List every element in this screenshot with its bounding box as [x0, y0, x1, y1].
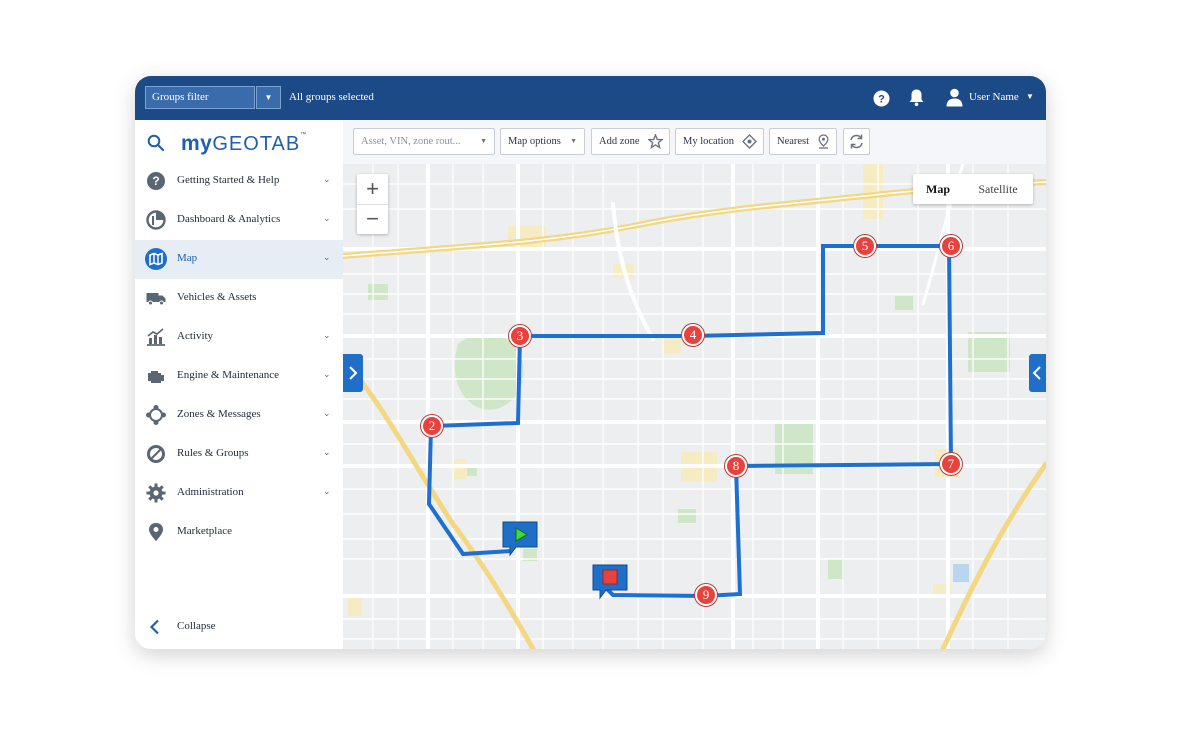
refresh-icon — [850, 134, 863, 149]
chevron-down-icon: ⌄ — [323, 408, 331, 418]
chevron-down-icon: ⌄ — [323, 252, 331, 262]
activity-chart-icon — [147, 328, 165, 346]
truck-icon — [146, 293, 166, 306]
sidebar-item-administration[interactable]: Administration ⌄ — [135, 474, 343, 513]
chevron-right-icon — [349, 366, 358, 380]
engine-icon — [148, 371, 164, 383]
sidebar-item-label: Rules & Groups — [177, 447, 249, 459]
app-window: Groups filter ▼ All groups selected ? Us… — [135, 76, 1046, 649]
main-navigation: ? Getting Started & Help ⌄ Dashboard & A… — [135, 162, 343, 552]
zones-network-icon — [146, 405, 166, 425]
map-options-label: Map options — [508, 136, 561, 147]
chevron-down-icon: ⌄ — [323, 447, 331, 457]
map-type-toggle: Map Satellite — [913, 174, 1033, 204]
zoom-out-button[interactable]: − — [357, 204, 388, 234]
expand-right-panel-button[interactable] — [1029, 354, 1046, 392]
sidebar-item-vehicles[interactable]: Vehicles & Assets — [135, 279, 343, 318]
groups-filter-caret[interactable]: ▼ — [256, 86, 281, 109]
collapse-label: Collapse — [177, 620, 216, 632]
sidebar-item-label: Activity — [177, 330, 214, 342]
route-stop-marker[interactable]: 9 — [695, 584, 717, 606]
chevron-down-icon: ▼ — [570, 137, 577, 145]
refresh-button[interactable] — [843, 128, 870, 155]
sidebar-item-dashboard[interactable]: Dashboard & Analytics ⌄ — [135, 201, 343, 240]
sidebar-item-activity[interactable]: Activity ⌄ — [135, 318, 343, 357]
chevron-down-icon: ⌄ — [323, 174, 331, 184]
chevron-down-icon: ▼ — [480, 137, 487, 145]
map-type-map-button[interactable]: Map — [913, 174, 963, 204]
route-stop-marker[interactable]: 6 — [940, 235, 962, 257]
collapse-sidebar-button[interactable]: Collapse — [135, 616, 343, 640]
star-outline-icon — [648, 134, 663, 149]
sidebar-item-getting-started[interactable]: ? Getting Started & Help ⌄ — [135, 162, 343, 201]
chevron-down-icon: ⌄ — [323, 486, 331, 496]
sidebar-item-label: Dashboard & Analytics — [177, 213, 281, 225]
dashboard-pie-icon — [146, 210, 166, 230]
groups-status-text: All groups selected — [289, 91, 374, 103]
expand-left-panel-button[interactable] — [343, 354, 363, 392]
sidebar-item-engine[interactable]: Engine & Maintenance ⌄ — [135, 357, 343, 396]
map-type-satellite-button[interactable]: Satellite — [963, 174, 1033, 204]
help-circle-icon: ? — [147, 172, 165, 190]
sidebar-item-label: Marketplace — [177, 525, 232, 537]
my-location-label: My location — [683, 136, 735, 147]
sidebar-item-label: Map — [177, 252, 198, 264]
user-avatar-icon[interactable] — [946, 88, 963, 107]
groups-filter-dropdown[interactable]: Groups filter — [145, 86, 255, 109]
search-placeholder: Asset, VIN, zone rout... — [361, 136, 461, 147]
sidebar-item-map[interactable]: Map ⌄ — [135, 240, 343, 279]
sidebar-item-label: Vehicles & Assets — [177, 291, 257, 303]
route-stop-marker[interactable]: 8 — [725, 455, 747, 477]
nearest-button[interactable]: Nearest — [769, 128, 837, 155]
route-start-flag-icon[interactable] — [502, 521, 538, 557]
sidebar-item-marketplace[interactable]: Marketplace — [135, 513, 343, 552]
location-crosshair-icon — [742, 134, 757, 149]
help-icon[interactable]: ? — [873, 90, 890, 107]
route-stop-marker[interactable]: 3 — [509, 325, 531, 347]
pin-icon — [818, 134, 829, 149]
asset-search-dropdown[interactable]: Asset, VIN, zone rout... ▼ — [353, 128, 495, 155]
nearest-label: Nearest — [777, 136, 810, 147]
svg-text:?: ? — [152, 174, 159, 188]
route-stop-marker[interactable]: 4 — [682, 324, 704, 346]
map-canvas[interactable]: 2 3 4 5 6 7 8 9 + − Map Satellite — [343, 164, 1046, 649]
chevron-down-icon: ⌄ — [323, 369, 331, 379]
sidebar-item-label: Engine & Maintenance — [177, 369, 280, 381]
search-icon[interactable] — [147, 134, 165, 152]
bell-icon[interactable] — [908, 88, 925, 107]
top-bar: Groups filter ▼ All groups selected ? Us… — [135, 76, 1046, 120]
sidebar-item-zones[interactable]: Zones & Messages ⌄ — [135, 396, 343, 435]
add-zone-button[interactable]: Add zone — [591, 128, 670, 155]
route-stop-marker[interactable]: 5 — [854, 235, 876, 257]
sidebar-item-label: Getting Started & Help — [177, 174, 280, 186]
chevron-down-icon: ⌄ — [323, 330, 331, 340]
my-location-button[interactable]: My location — [675, 128, 764, 155]
mygeotab-logo: myGEOTAB™ — [181, 132, 307, 155]
route-stop-marker[interactable]: 7 — [940, 453, 962, 475]
chevron-left-icon — [1032, 366, 1041, 380]
user-menu-caret-icon[interactable]: ▼ — [1026, 92, 1034, 101]
sidebar-item-rules[interactable]: Rules & Groups ⌄ — [135, 435, 343, 474]
map-toolbar: Asset, VIN, zone rout... ▼ Map options ▼… — [343, 120, 1046, 165]
sidebar-item-label: Zones & Messages — [177, 408, 261, 420]
marketplace-pin-icon — [149, 523, 163, 541]
zoom-in-button[interactable]: + — [357, 174, 388, 205]
route-path — [426, 244, 954, 599]
rules-compass-icon — [147, 445, 165, 463]
map-options-dropdown[interactable]: Map options ▼ — [500, 128, 585, 155]
user-name[interactable]: User Name — [969, 91, 1019, 103]
chevron-left-icon — [149, 619, 159, 635]
map-icon — [145, 248, 167, 270]
sidebar: myGEOTAB™ ? Getting Started & Help ⌄ Das — [135, 120, 344, 649]
gear-icon — [146, 483, 166, 503]
route-end-flag-icon[interactable] — [592, 564, 628, 600]
sidebar-item-label: Administration — [177, 486, 244, 498]
route-stop-marker[interactable]: 2 — [421, 415, 443, 437]
zoom-controls: + − — [357, 174, 388, 234]
add-zone-label: Add zone — [599, 136, 640, 147]
svg-text:?: ? — [878, 94, 885, 106]
chevron-down-icon: ⌄ — [323, 213, 331, 223]
